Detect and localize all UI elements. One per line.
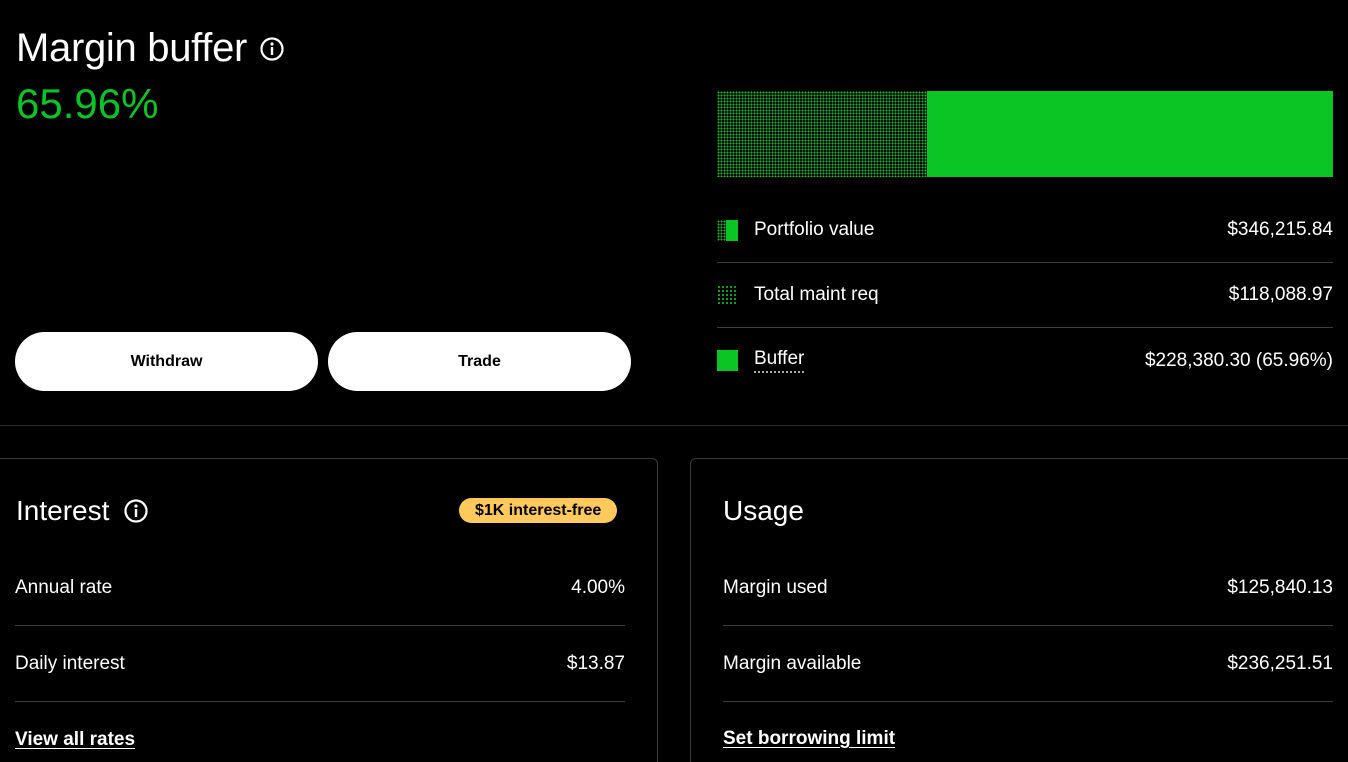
legend-row-maint-req: Total maint req $118,088.97 bbox=[717, 263, 1333, 328]
legend-label: Portfolio value bbox=[754, 219, 875, 240]
buffer-bar bbox=[717, 91, 1333, 177]
row-value: $13.87 bbox=[566, 652, 625, 674]
maint-req-swatch-icon bbox=[717, 284, 738, 306]
maint-req-segment bbox=[717, 91, 927, 177]
margin-header: Margin buffer bbox=[16, 26, 285, 71]
row-value: $236,251.51 bbox=[1227, 652, 1333, 674]
info-icon[interactable] bbox=[259, 36, 285, 62]
legend-row-buffer: Buffer $228,380.30 (65.96%) bbox=[717, 328, 1333, 393]
interest-free-badge: $1K interest-free bbox=[459, 498, 618, 523]
row-value: 4.00% bbox=[571, 576, 625, 598]
buffer-segment bbox=[927, 91, 1333, 177]
withdraw-button[interactable]: Withdraw bbox=[15, 332, 318, 391]
interest-title: Interest bbox=[16, 495, 110, 526]
section-divider bbox=[0, 425, 1348, 426]
margin-used-row: Margin used $125,840.13 bbox=[723, 550, 1333, 626]
buffer-label[interactable]: Buffer bbox=[754, 348, 805, 373]
row-label: Daily interest bbox=[15, 652, 125, 674]
usage-title: Usage bbox=[723, 495, 804, 526]
legend-row-portfolio: Portfolio value $346,215.84 bbox=[717, 198, 1333, 263]
daily-interest-row: Daily interest $13.87 bbox=[15, 626, 625, 702]
annual-rate-row: Annual rate 4.00% bbox=[15, 550, 625, 626]
row-label: Margin available bbox=[723, 652, 862, 674]
buffer-swatch-icon bbox=[717, 350, 738, 371]
legend-value: $118,088.97 bbox=[1228, 284, 1333, 305]
legend-value: $346,215.84 bbox=[1227, 219, 1333, 240]
view-all-rates-link[interactable]: View all rates bbox=[15, 729, 135, 751]
legend: Portfolio value $346,215.84 Total maint … bbox=[717, 198, 1333, 393]
legend-value: $228,380.30 (65.96%) bbox=[1144, 349, 1333, 371]
margin-buffer-percent: 65.96% bbox=[16, 80, 159, 127]
interest-title-row: Interest bbox=[16, 495, 149, 527]
trade-button[interactable]: Trade bbox=[328, 332, 631, 391]
legend-label: Total maint req bbox=[754, 284, 879, 305]
row-label: Margin used bbox=[723, 576, 828, 598]
page-title: Margin buffer bbox=[16, 26, 248, 70]
margin-available-row: Margin available $236,251.51 bbox=[723, 626, 1333, 702]
row-label: Annual rate bbox=[15, 576, 113, 598]
row-value: $125,840.13 bbox=[1227, 576, 1333, 598]
portfolio-swatch-icon bbox=[717, 219, 738, 241]
set-borrowing-limit-link[interactable]: Set borrowing limit bbox=[723, 728, 895, 750]
info-icon[interactable] bbox=[123, 498, 149, 524]
